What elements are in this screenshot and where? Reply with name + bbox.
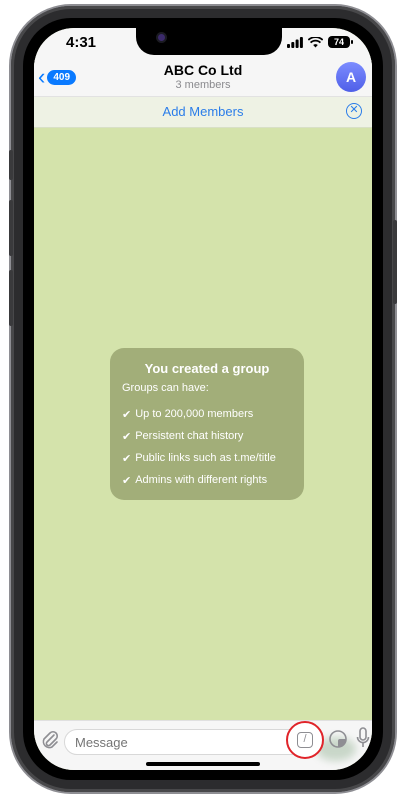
status-time: 4:31 <box>66 34 97 51</box>
add-members-button[interactable]: Add Members <box>34 104 372 119</box>
slash-command-icon: / <box>297 732 313 748</box>
signal-icon <box>287 36 303 48</box>
feature-text: Up to 200,000 members <box>135 408 254 420</box>
close-icon[interactable]: ✕ <box>346 103 362 119</box>
list-item: ✔ Public links such as t.me/title <box>122 447 276 469</box>
feature-text: Persistent chat history <box>135 430 244 442</box>
service-title: You created a group <box>144 361 270 376</box>
message-input[interactable] <box>64 729 312 755</box>
microphone-icon[interactable] <box>356 727 370 749</box>
list-item: ✔ Up to 200,000 members <box>122 403 276 425</box>
group-created-message: You created a group Groups can have: ✔ Up… <box>110 348 304 500</box>
list-item: ✔ Admins with different rights <box>122 469 276 491</box>
power-button <box>393 220 397 304</box>
volume-down-button <box>9 270 13 326</box>
screen: 4:31 74 ‹ 409 ABC Co Ltd 3 members A Add… <box>34 28 372 770</box>
feature-text: Public links such as t.me/title <box>135 452 276 464</box>
feature-text: Admins with different rights <box>135 474 268 486</box>
chat-subtitle: 3 members <box>175 79 231 91</box>
paperclip-icon[interactable] <box>40 729 60 751</box>
add-members-bar: Add Members ✕ <box>34 96 372 128</box>
feature-list: ✔ Up to 200,000 members ✔ Persistent chat … <box>122 403 276 491</box>
list-item: ✔ Persistent chat history <box>122 425 276 447</box>
checkmark-icon: ✔ <box>122 430 132 443</box>
service-subtitle: Groups can have: <box>122 382 209 394</box>
sticker-icon[interactable] <box>328 729 348 749</box>
chat-title[interactable]: ABC Co Ltd <box>34 62 372 78</box>
home-indicator <box>146 762 260 766</box>
commands-button[interactable]: / <box>286 721 324 759</box>
battery-icon: 74 <box>328 36 353 48</box>
dynamic-island <box>136 28 282 55</box>
checkmark-icon: ✔ <box>122 474 132 487</box>
camera-icon <box>158 34 165 41</box>
checkmark-icon: ✔ <box>122 452 132 465</box>
group-avatar[interactable]: A <box>336 62 366 92</box>
status-icons: 74 <box>287 36 353 48</box>
checkmark-icon: ✔ <box>122 408 132 421</box>
chat-header: ‹ 409 ABC Co Ltd 3 members A <box>34 60 372 96</box>
wifi-icon <box>308 36 323 47</box>
volume-up-button <box>9 200 13 256</box>
mute-switch <box>9 150 13 180</box>
